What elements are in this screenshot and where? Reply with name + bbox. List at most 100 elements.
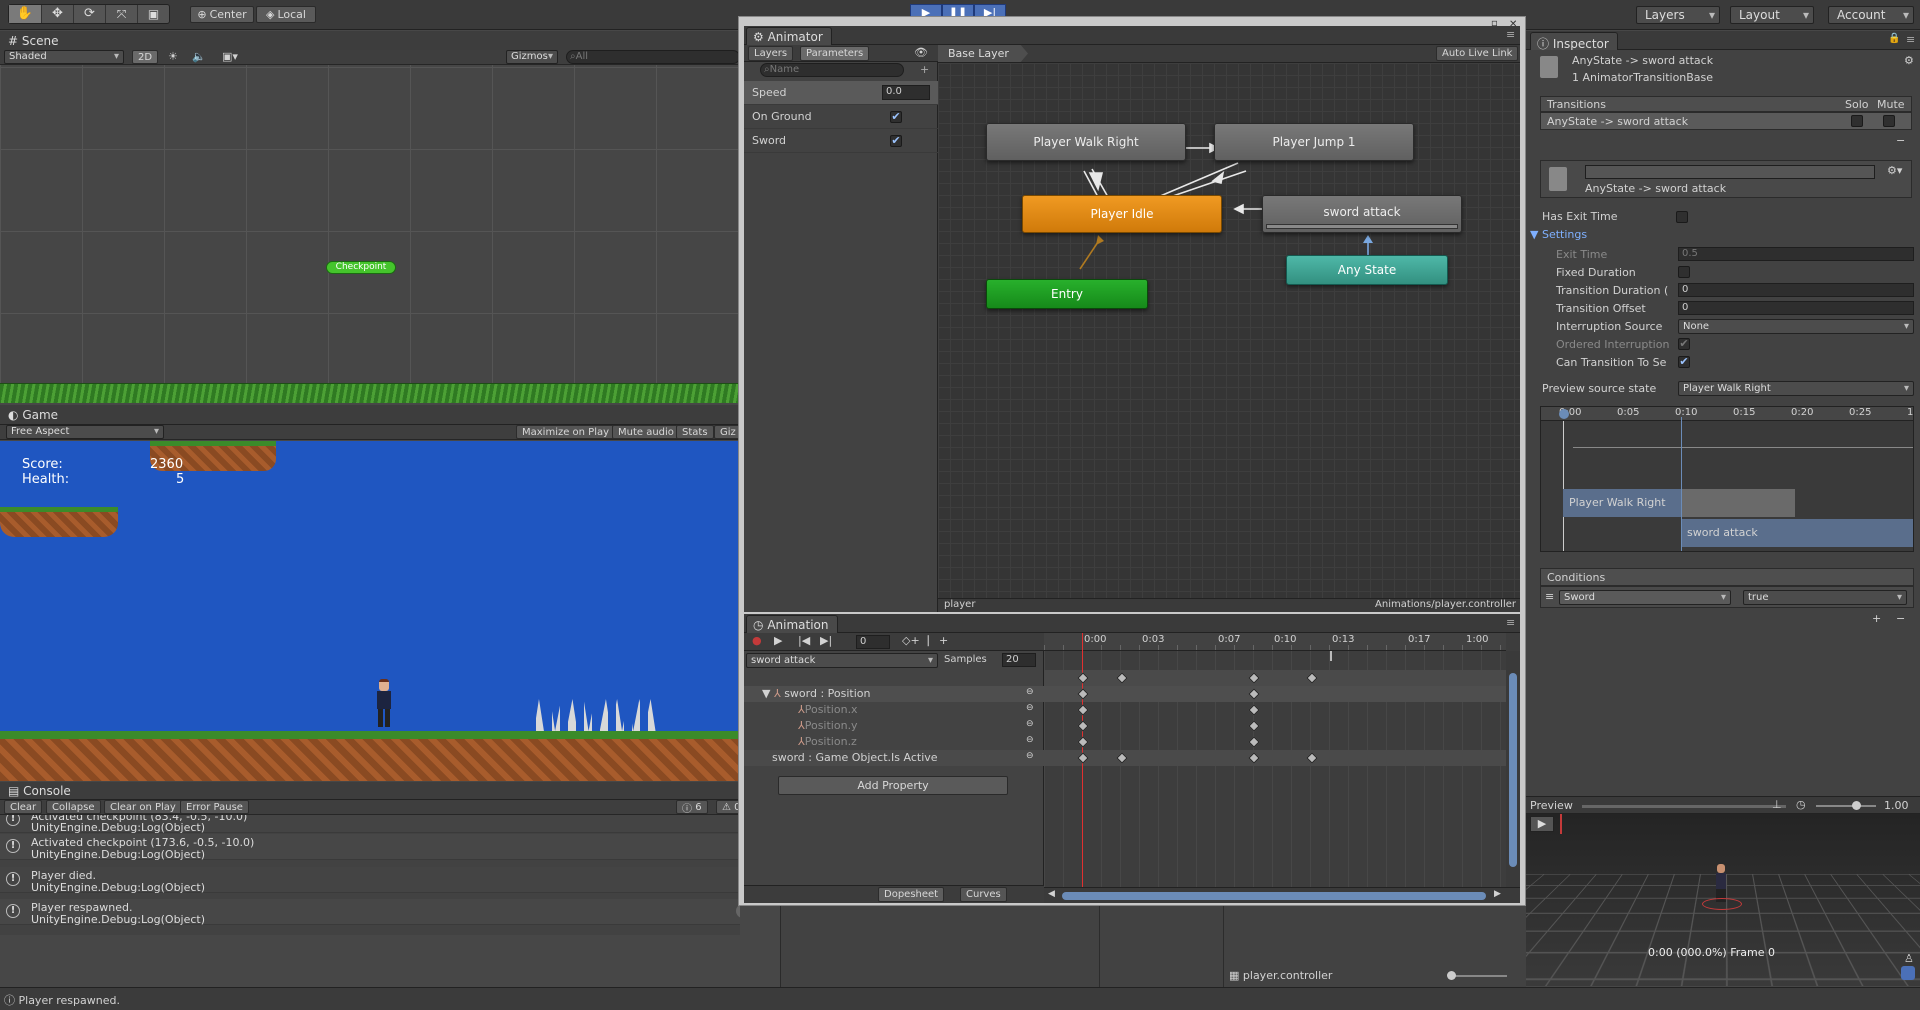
add-event-icon[interactable]: ⎸+	[928, 634, 948, 648]
can-transition-to-self-checkbox[interactable]: ✔	[1678, 356, 1690, 368]
console-entry[interactable]: ! Player respawned. UnityEngine.Debug:Lo…	[0, 899, 740, 926]
pivot-local-button[interactable]: ◈ Local	[256, 6, 316, 23]
project-footer-file[interactable]: ▦ player.controller	[1229, 969, 1332, 982]
has-exit-time-checkbox[interactable]	[1676, 211, 1688, 223]
layout-dropdown[interactable]: Layout	[1730, 6, 1814, 24]
preview-scrubber[interactable]	[1560, 814, 1562, 834]
horizontal-scrollbar[interactable]: ◀ ▶	[1044, 887, 1520, 903]
condition-parameter-dropdown[interactable]: Sword	[1559, 590, 1731, 605]
2d-toggle[interactable]: 2D	[132, 50, 159, 64]
hand-icon[interactable]: ✋	[9, 5, 41, 23]
remove-transition-icon[interactable]: −	[1896, 134, 1905, 147]
add-keyframe-icon[interactable]: ◇+	[902, 634, 920, 647]
settings-foldout[interactable]: ▼ Settings	[1530, 228, 1587, 241]
panel-menu-icon[interactable]: ≡	[1506, 28, 1515, 41]
stats-toggle[interactable]: Stats	[676, 425, 714, 439]
tab-animator[interactable]: ⚙ Animator	[746, 27, 832, 45]
breadcrumb[interactable]: Base Layer	[938, 45, 1028, 62]
parameter-row[interactable]: On Ground ✔	[744, 105, 938, 129]
state-node-entry[interactable]: Entry	[986, 279, 1148, 309]
game-viewport[interactable]: Score: 2360 Health: 5	[0, 441, 740, 781]
parameter-row[interactable]: Sword ✔	[744, 129, 938, 153]
keyframe-toggle-icon[interactable]: ⊖	[1026, 719, 1034, 729]
effects-icon[interactable]: ▣▾	[222, 50, 238, 63]
property-row[interactable]: ⅄Position.x ⊖	[744, 702, 1044, 718]
tab-scene[interactable]: # Scene	[8, 34, 58, 48]
add-property-button[interactable]: Add Property	[778, 776, 1008, 795]
preview-avatar-icon[interactable]: ♙	[1904, 952, 1914, 965]
tab-animation[interactable]: ◷ Animation	[746, 615, 838, 633]
preview-viewport[interactable]: ▶ 0:00 (000.0%) Frame 0 ♙	[1526, 814, 1920, 986]
remove-condition-icon[interactable]: −	[1896, 612, 1905, 625]
auto-live-link-toggle[interactable]: Auto Live Link	[1436, 46, 1519, 61]
property-row[interactable]: ⅄Position.y ⊖	[744, 718, 1044, 734]
scroll-right-icon[interactable]: ▶	[1494, 889, 1501, 899]
tab-dopesheet[interactable]: Dopesheet	[878, 887, 945, 902]
console-entry[interactable]: ! Activated checkpoint (83.4, -0.5, -10.…	[0, 815, 740, 834]
transition-duration-field[interactable]: 0	[1678, 283, 1914, 297]
add-condition-icon[interactable]: +	[1872, 612, 1881, 625]
on-ground-checkbox[interactable]: ✔	[890, 111, 902, 123]
keyframe-toggle-icon[interactable]: ⊖	[1026, 687, 1034, 697]
timeline-scrub-handle[interactable]	[1559, 409, 1569, 419]
drag-handle-icon[interactable]: ≡	[1545, 590, 1554, 603]
sword-checkbox[interactable]: ✔	[890, 135, 902, 147]
parameter-search-input[interactable]: ⌕Name	[760, 63, 904, 77]
property-row[interactable]: sword : Game Object.Is Active ⊖	[744, 750, 1044, 766]
scale-icon[interactable]: ⤧	[105, 5, 137, 23]
move-icon[interactable]: ✥	[41, 5, 73, 23]
preview-timeline-slider[interactable]	[1582, 805, 1786, 808]
preview-play-button[interactable]: ▶	[1530, 816, 1554, 832]
maximize-on-play-toggle[interactable]: Maximize on Play	[516, 425, 616, 439]
shading-dropdown[interactable]: Shaded	[4, 50, 124, 64]
lighting-icon[interactable]: ☀	[168, 50, 178, 63]
tab-console[interactable]: ▤ Console	[8, 784, 71, 798]
lock-icon[interactable]: 🔒	[1888, 33, 1900, 44]
time-ruler[interactable]: 0:00 0:03 0:07 0:10 0:13 0:17 1:00	[1044, 633, 1506, 651]
preview-asset-badge[interactable]	[1901, 966, 1915, 980]
ordered-interruption-checkbox[interactable]: ✔	[1678, 338, 1690, 350]
prev-keyframe-icon[interactable]: |◀	[798, 634, 810, 647]
console-info-count[interactable]: ⓘ 6	[676, 800, 708, 815]
frame-input[interactable]: 0	[856, 635, 890, 649]
transition-gear-icon[interactable]: ⚙▾	[1887, 164, 1902, 177]
keyframe-toggle-icon[interactable]: ⊖	[1026, 751, 1034, 761]
interruption-source-dropdown[interactable]: None	[1678, 319, 1914, 334]
expand-arrow-icon[interactable]: ▼	[762, 687, 770, 700]
transition-offset-field[interactable]: 0	[1678, 301, 1914, 315]
panel-menu-icon[interactable]: ≡	[1506, 616, 1515, 629]
state-node-any-state[interactable]: Any State	[1286, 255, 1448, 285]
console-clear-button[interactable]: Clear	[4, 800, 43, 814]
pivot-center-button[interactable]: ⊕ Center	[190, 6, 254, 23]
solo-checkbox[interactable]	[1851, 115, 1863, 127]
animator-graph[interactable]: Player Walk Right Player Jump 1 Player I…	[938, 63, 1520, 598]
transition-timeline[interactable]: 0:00 0:05 0:10 0:15 0:20 0:25 1 Player W…	[1540, 406, 1914, 552]
console-collapse-toggle[interactable]: Collapse	[46, 800, 101, 814]
console-list[interactable]: ! Activated checkpoint (83.4, -0.5, -10.…	[0, 815, 740, 935]
state-node-jump[interactable]: Player Jump 1	[1214, 123, 1414, 161]
gizmos-dropdown[interactable]: Gizmos	[506, 50, 558, 64]
clip-dropdown[interactable]: sword attack	[746, 653, 938, 668]
scroll-left-icon[interactable]: ◀	[1048, 889, 1055, 899]
console-clear-on-play-toggle[interactable]: Clear on Play	[104, 800, 182, 814]
scene-search-input[interactable]: ⌕All	[566, 50, 740, 64]
console-error-pause-toggle[interactable]: Error Pause	[180, 800, 249, 814]
exit-time-field[interactable]: 0.5	[1678, 247, 1914, 261]
preview-source-dropdown[interactable]: Player Walk Right	[1678, 381, 1914, 396]
rotate-icon[interactable]: ⟳	[73, 5, 105, 23]
scene-viewport[interactable]: Checkpoint	[0, 65, 740, 403]
parameter-row[interactable]: Speed 0.0	[744, 81, 938, 105]
tab-layers[interactable]: Layers	[748, 46, 794, 61]
condition-row[interactable]: ≡ Sword true	[1540, 586, 1914, 608]
mute-checkbox[interactable]	[1883, 115, 1895, 127]
pivot-icon[interactable]: ⊥	[1772, 798, 1782, 811]
fixed-duration-checkbox[interactable]	[1678, 266, 1690, 278]
checkpoint-label[interactable]: Checkpoint	[326, 261, 396, 274]
record-button[interactable]: ●	[752, 634, 762, 647]
console-entry[interactable]: ! Activated checkpoint (173.6, -0.5, -10…	[0, 834, 740, 861]
mute-audio-toggle[interactable]: Mute audio	[612, 425, 680, 439]
keyframe-toggle-icon[interactable]: ⊖	[1026, 735, 1034, 745]
tab-game[interactable]: ◐ Game	[8, 408, 58, 422]
condition-value-dropdown[interactable]: true	[1743, 590, 1907, 605]
transition-name-field[interactable]	[1585, 165, 1875, 179]
